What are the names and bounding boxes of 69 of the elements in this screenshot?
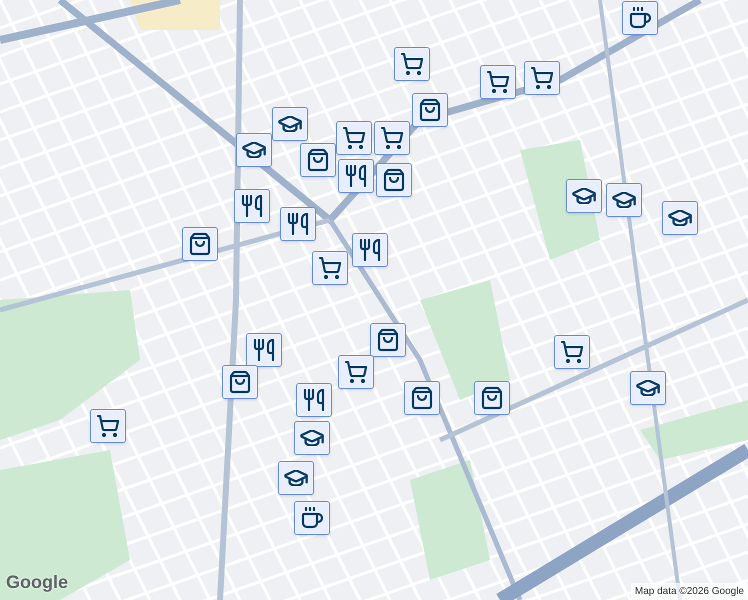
graduation-cap-icon <box>242 142 266 158</box>
cart-icon <box>318 256 342 280</box>
map-marker[interactable] <box>622 1 658 35</box>
map-marker[interactable] <box>474 381 510 415</box>
map-marker[interactable] <box>294 421 330 455</box>
map-marker[interactable] <box>606 183 642 217</box>
map-marker[interactable] <box>630 371 666 405</box>
bag-icon <box>410 386 434 410</box>
cart-icon <box>344 360 368 384</box>
map-marker[interactable] <box>312 251 348 285</box>
map-marker[interactable] <box>280 207 316 241</box>
map-marker[interactable] <box>662 201 698 235</box>
bag-icon <box>480 386 504 410</box>
map-marker[interactable] <box>222 365 258 399</box>
bag-icon <box>306 148 330 172</box>
map-marker[interactable] <box>236 133 272 167</box>
attribution-text: Map data ©2026 Google <box>630 583 748 600</box>
bag-icon <box>376 328 400 352</box>
bag-icon <box>188 232 212 256</box>
map-marker[interactable] <box>338 159 374 193</box>
map-marker[interactable] <box>352 233 388 267</box>
bag-icon <box>228 370 252 394</box>
map-marker[interactable] <box>278 461 314 495</box>
cart-icon <box>96 414 120 438</box>
map-marker[interactable] <box>480 65 516 99</box>
map-marker[interactable] <box>404 381 440 415</box>
map-view[interactable]: Google Map data ©2026 Google <box>0 0 748 600</box>
graduation-cap-icon <box>572 188 596 204</box>
cart-icon <box>380 126 404 150</box>
graduation-cap-icon <box>612 192 636 208</box>
fork-knife-icon <box>286 212 310 236</box>
fork-knife-icon <box>344 164 368 188</box>
cart-icon <box>486 70 510 94</box>
map-marker[interactable] <box>272 107 308 141</box>
google-logo: Google <box>6 571 68 594</box>
cart-icon <box>560 340 584 364</box>
map-marker[interactable] <box>294 501 330 535</box>
map-marker[interactable] <box>412 93 448 127</box>
map-marker[interactable] <box>90 409 126 443</box>
cart-icon <box>400 52 424 76</box>
map-marker[interactable] <box>374 121 410 155</box>
map-marker[interactable] <box>296 383 332 417</box>
map-marker[interactable] <box>376 163 412 197</box>
cup-icon <box>300 506 324 530</box>
map-marker[interactable] <box>370 323 406 357</box>
graduation-cap-icon <box>300 430 324 446</box>
graduation-cap-icon <box>636 380 660 396</box>
map-marker[interactable] <box>234 189 270 223</box>
fork-knife-icon <box>240 194 264 218</box>
graduation-cap-icon <box>284 470 308 486</box>
graduation-cap-icon <box>668 210 692 226</box>
map-marker[interactable] <box>246 333 282 367</box>
map-marker[interactable] <box>338 355 374 389</box>
map-marker[interactable] <box>394 47 430 81</box>
map-marker[interactable] <box>336 121 372 155</box>
fork-knife-icon <box>302 388 326 412</box>
bag-icon <box>418 98 442 122</box>
fork-knife-icon <box>252 338 276 362</box>
cart-icon <box>530 66 554 90</box>
map-marker[interactable] <box>182 227 218 261</box>
fork-knife-icon <box>358 238 382 262</box>
cup-icon <box>628 6 652 30</box>
bag-icon <box>382 168 406 192</box>
graduation-cap-icon <box>278 116 302 132</box>
map-marker[interactable] <box>554 335 590 369</box>
cart-icon <box>342 126 366 150</box>
map-marker[interactable] <box>524 61 560 95</box>
map-marker[interactable] <box>300 143 336 177</box>
map-marker[interactable] <box>566 179 602 213</box>
